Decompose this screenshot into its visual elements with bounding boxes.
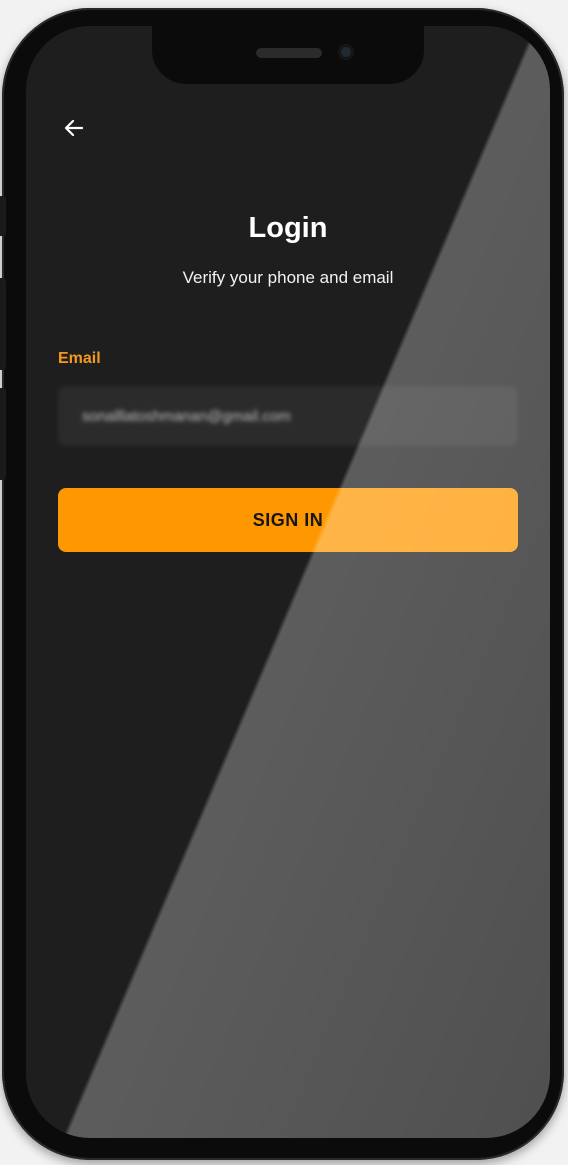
phone-frame: Login Verify your phone and email Email … xyxy=(0,8,564,1160)
screen-glare xyxy=(26,26,550,1138)
page-title: Login xyxy=(248,212,328,244)
page-subtitle: Verify your phone and email xyxy=(182,268,394,287)
sign-in-button[interactable]: SIGN IN xyxy=(58,488,518,552)
phone-side-button-volume-down xyxy=(0,388,6,480)
phone-notch xyxy=(152,26,424,84)
phone-side-button-volume-up xyxy=(0,278,6,370)
speaker-grille xyxy=(256,48,322,58)
back-button[interactable] xyxy=(56,110,92,146)
sign-in-label: SIGN IN xyxy=(252,509,324,530)
app-screen: Login Verify your phone and email Email … xyxy=(26,26,550,1138)
email-label: Email xyxy=(58,350,101,367)
front-camera xyxy=(338,44,354,60)
phone-side-button-silent xyxy=(0,196,6,236)
email-field[interactable] xyxy=(58,386,518,446)
arrow-left-icon xyxy=(64,119,84,137)
